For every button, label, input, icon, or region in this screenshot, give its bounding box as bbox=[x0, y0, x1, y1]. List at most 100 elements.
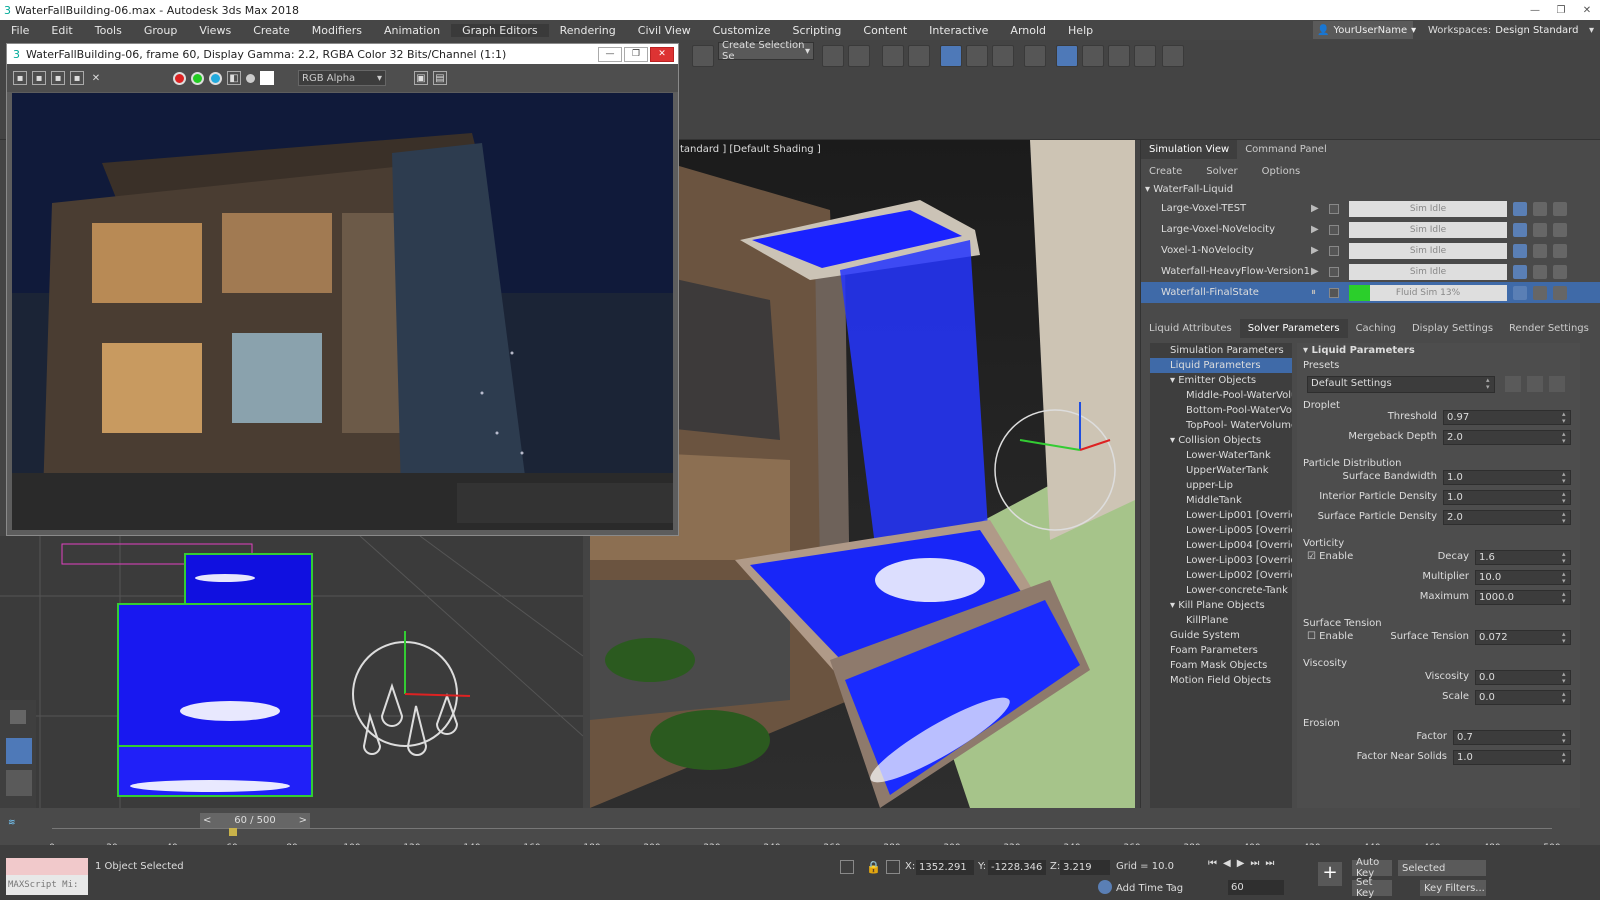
monochrome-icon[interactable] bbox=[246, 73, 255, 83]
tab-solver[interactable]: Solver bbox=[1198, 162, 1245, 181]
pause-icon[interactable]: ⏸ bbox=[1311, 287, 1323, 298]
menu-views[interactable]: Views bbox=[188, 24, 242, 37]
tree-item[interactable]: upper-Lip bbox=[1150, 478, 1292, 493]
sim-cache-icon[interactable] bbox=[1513, 243, 1527, 258]
layout-single-icon[interactable] bbox=[6, 738, 32, 764]
sim-checkbox[interactable] bbox=[1329, 224, 1339, 235]
menu-modifiers[interactable]: Modifiers bbox=[301, 24, 373, 37]
load-preset-icon[interactable] bbox=[1505, 376, 1521, 392]
menu-scripting[interactable]: Scripting bbox=[781, 24, 852, 37]
sim-group-label[interactable]: ▾ WaterFall-Liquid bbox=[1145, 184, 1233, 195]
tree-item[interactable]: KillPlane bbox=[1150, 613, 1292, 628]
maxscript-output[interactable] bbox=[6, 858, 88, 876]
toggle-ribbon-icon[interactable] bbox=[940, 45, 962, 67]
menu-tools[interactable]: Tools bbox=[84, 24, 133, 37]
key-selection-dropdown[interactable]: Selected bbox=[1398, 860, 1486, 876]
scene-explorer-icon[interactable] bbox=[882, 45, 904, 67]
sim-settings-icon[interactable] bbox=[1533, 285, 1547, 300]
tab-solver-parameters[interactable]: Solver Parameters bbox=[1239, 319, 1348, 338]
scale-spinner[interactable]: 0.0 bbox=[1475, 690, 1571, 705]
tree-item[interactable]: Lower-Lip003 [Override... bbox=[1150, 553, 1292, 568]
key-mode-icon[interactable]: + bbox=[1318, 862, 1342, 886]
viscosity-spinner[interactable]: 0.0 bbox=[1475, 670, 1571, 685]
save-preset-icon[interactable] bbox=[1527, 376, 1543, 392]
sim-row[interactable]: Waterfall-HeavyFlow-Version1 ▶ Sim Idle bbox=[1141, 261, 1600, 282]
factor-spinner[interactable]: 0.7 bbox=[1453, 730, 1571, 745]
tab-display-settings[interactable]: Display Settings bbox=[1404, 319, 1501, 338]
sim-row[interactable]: Voxel-1-NoVelocity ▶ Sim Idle bbox=[1141, 240, 1600, 261]
tab-command-panel[interactable]: Command Panel bbox=[1237, 140, 1335, 159]
menu-rendering[interactable]: Rendering bbox=[549, 24, 627, 37]
tree-item[interactable]: Simulation Parameters bbox=[1150, 343, 1292, 358]
menu-content[interactable]: Content bbox=[852, 24, 918, 37]
maxscript-listener[interactable]: MAXScript Mi: bbox=[6, 875, 88, 895]
surface-density-spinner[interactable]: 2.0 bbox=[1443, 510, 1571, 525]
clear-icon[interactable]: ✕ bbox=[89, 71, 103, 85]
tree-item[interactable]: Lower-WaterTank bbox=[1150, 448, 1292, 463]
tree-item[interactable]: UpperWaterTank bbox=[1150, 463, 1292, 478]
menu-arnold[interactable]: Arnold bbox=[999, 24, 1057, 37]
render-setup-icon[interactable] bbox=[1056, 45, 1078, 67]
workspace-dropdown[interactable]: Design Standard bbox=[1495, 25, 1578, 36]
menu-civil-view[interactable]: Civil View bbox=[627, 24, 702, 37]
surface-tension-spinner[interactable]: 0.072 bbox=[1475, 630, 1571, 645]
rollout-header[interactable]: ▾ Liquid Parameters bbox=[1303, 345, 1415, 356]
factor-near-solids-spinner[interactable]: 1.0 bbox=[1453, 750, 1571, 765]
toggle-ui-icon[interactable]: ▣ bbox=[414, 71, 428, 85]
sim-settings-icon[interactable] bbox=[1533, 243, 1547, 258]
time-slider[interactable]: < 60 / 500 > bbox=[200, 813, 310, 828]
play-icon[interactable]: ▶ bbox=[1311, 266, 1323, 277]
sim-settings-icon[interactable] bbox=[1533, 201, 1547, 216]
play-icon[interactable]: ▶ bbox=[1311, 245, 1323, 256]
layer-explorer-icon[interactable] bbox=[908, 45, 930, 67]
curve-editor-toggle-icon[interactable]: ≋ bbox=[8, 818, 16, 828]
tree-item[interactable]: Lower-Lip004 [Override... bbox=[1150, 538, 1292, 553]
tree-item[interactable]: Lower-Lip005 [Override... bbox=[1150, 523, 1292, 538]
chevron-right-icon[interactable]: > bbox=[299, 815, 310, 826]
blue-channel-icon[interactable] bbox=[209, 71, 222, 85]
sim-link-icon[interactable] bbox=[1553, 264, 1567, 279]
current-frame-field[interactable]: 60 bbox=[1228, 880, 1284, 895]
render-activeshade-icon[interactable] bbox=[1162, 45, 1184, 67]
viewport-label[interactable]: tandard ] [Default Shading ] bbox=[680, 144, 821, 155]
tree-item[interactable]: MiddleTank bbox=[1150, 493, 1292, 508]
tree-item[interactable]: Lower-Lip001 [Override... bbox=[1150, 508, 1292, 523]
sim-cache-icon[interactable] bbox=[1513, 222, 1527, 237]
sim-link-icon[interactable] bbox=[1553, 222, 1567, 237]
tree-item[interactable]: Motion Field Objects bbox=[1150, 673, 1292, 688]
toggle-overlay-icon[interactable]: ▤ bbox=[433, 71, 447, 85]
sim-checkbox[interactable] bbox=[1329, 245, 1339, 256]
sim-row[interactable]: Large-Voxel-TEST ▶ Sim Idle bbox=[1141, 198, 1600, 219]
red-channel-icon[interactable] bbox=[173, 71, 186, 85]
top-viewport[interactable] bbox=[0, 535, 584, 808]
sim-checkbox[interactable] bbox=[1329, 287, 1339, 298]
play-icon[interactable]: ▶ bbox=[1311, 224, 1323, 235]
schematic-view-icon[interactable] bbox=[992, 45, 1014, 67]
align-icon[interactable] bbox=[848, 45, 870, 67]
render-iterative-icon[interactable] bbox=[1134, 45, 1156, 67]
menu-edit[interactable]: Edit bbox=[40, 24, 83, 37]
key-filters-button[interactable]: Key Filters... bbox=[1420, 880, 1486, 896]
green-channel-icon[interactable] bbox=[191, 71, 204, 85]
lock-icon[interactable]: 🔒 bbox=[866, 860, 881, 874]
print-icon[interactable]: ▪ bbox=[70, 71, 84, 85]
y-coordinate-field[interactable]: -1228.346 bbox=[988, 860, 1046, 875]
x-coordinate-field[interactable]: 1352.291 bbox=[916, 860, 974, 875]
sim-row[interactable]: Large-Voxel-NoVelocity ▶ Sim Idle bbox=[1141, 219, 1600, 240]
chevron-left-icon[interactable]: < bbox=[200, 815, 211, 826]
tree-item[interactable]: Foam Mask Objects bbox=[1150, 658, 1292, 673]
sim-link-icon[interactable] bbox=[1553, 285, 1567, 300]
absolute-mode-icon[interactable] bbox=[886, 860, 900, 874]
delete-preset-icon[interactable] bbox=[1549, 376, 1565, 392]
tree-item[interactable]: TopPool- WaterVolume ... bbox=[1150, 418, 1292, 433]
clone-window-icon[interactable]: ▪ bbox=[51, 71, 65, 85]
menu-help[interactable]: Help bbox=[1057, 24, 1104, 37]
sim-settings-icon[interactable] bbox=[1533, 222, 1547, 237]
close-icon[interactable]: ✕ bbox=[1574, 1, 1600, 19]
mirror-icon[interactable] bbox=[822, 45, 844, 67]
isolate-selection-icon[interactable] bbox=[840, 860, 854, 874]
surface-bandwidth-spinner[interactable]: 1.0 bbox=[1443, 470, 1571, 485]
copy-image-icon[interactable]: ▪ bbox=[32, 71, 46, 85]
tree-item[interactable]: Middle-Pool-WaterVolu... bbox=[1150, 388, 1292, 403]
tree-item[interactable]: Foam Parameters bbox=[1150, 643, 1292, 658]
